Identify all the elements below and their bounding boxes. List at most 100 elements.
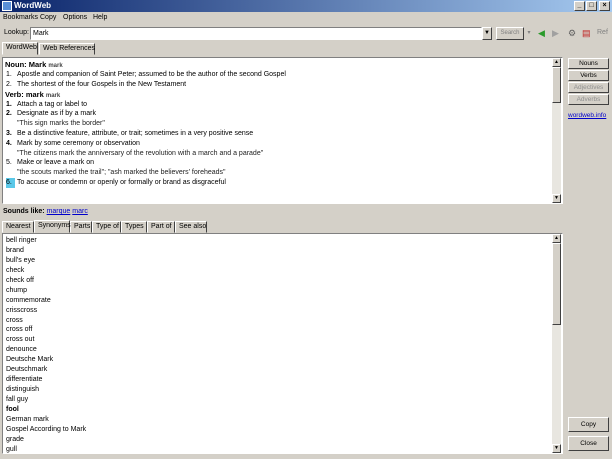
menu-options[interactable]: Options <box>63 13 87 23</box>
list-item[interactable]: chump <box>6 286 86 296</box>
menu-bookmarks[interactable]: Bookmarks <box>3 13 38 23</box>
verb-sense-3[interactable]: 3. Be a distinctive feature, attribute, o… <box>5 129 550 139</box>
sense-number: 6. <box>6 177 15 188</box>
adverbs-button[interactable]: Adverbs <box>568 94 609 105</box>
wordweb-info-link[interactable]: wordweb.info <box>568 112 606 119</box>
scroll-thumb[interactable] <box>552 67 561 103</box>
scroll-down-icon[interactable]: ▼ <box>552 194 561 203</box>
scroll-up-icon[interactable]: ▲ <box>552 234 561 243</box>
noun-sense-2[interactable]: 2. The shortest of the four Gospels in th… <box>5 80 550 90</box>
definition-panel: Noun: Mark mark 1. Apostle and companion … <box>2 57 563 204</box>
list-item[interactable]: distinguish <box>6 385 86 395</box>
list-item[interactable]: check <box>6 266 86 276</box>
back-arrow-icon[interactable]: ◀ <box>538 28 545 39</box>
nouns-button[interactable]: Nouns <box>568 58 609 69</box>
noun-sense-1[interactable]: 1. Apostle and companion of Saint Peter; … <box>5 70 550 80</box>
list-item[interactable]: Gospel According to Mark <box>6 425 86 435</box>
scroll-thumb[interactable] <box>552 243 561 325</box>
verb-sense-2[interactable]: 2. Designate as if by a mark "This sign ma… <box>5 109 550 129</box>
tab-synonyms[interactable]: Synonyms <box>34 220 71 233</box>
lookup-input[interactable]: Mark <box>30 27 482 40</box>
search-dropdown-icon[interactable]: ▾ <box>525 27 533 40</box>
list-item[interactable]: bell ringer <box>6 236 86 246</box>
list-item[interactable]: bull's eye <box>6 256 86 266</box>
verb-sense-5[interactable]: 5. Make or leave a mark on "the scouts mar… <box>5 158 550 178</box>
tab-nearest[interactable]: Nearest <box>2 221 34 233</box>
app-icon <box>2 1 12 11</box>
list-item[interactable]: differentiate <box>6 375 86 385</box>
menu-copy[interactable]: Copy <box>40 13 56 23</box>
tab-type-of[interactable]: Type of <box>92 221 121 233</box>
close-icon[interactable]: × <box>599 1 610 11</box>
menu-bar: Bookmarks Copy Options Help <box>0 12 612 24</box>
reference-button[interactable]: Ref <box>597 29 608 36</box>
list-item[interactable]: fool <box>6 405 86 415</box>
forward-arrow-icon[interactable]: ▶ <box>552 28 559 39</box>
sense-text: Make or leave a mark on <box>17 159 95 167</box>
close-button[interactable]: Close <box>568 436 609 451</box>
list-item[interactable]: gull <box>6 445 86 453</box>
list-item[interactable]: cross <box>6 316 86 326</box>
definition-scrollbar[interactable]: ▲ ▼ <box>552 58 561 203</box>
list-item[interactable]: Deutschmark <box>6 365 86 375</box>
tab-parts[interactable]: Parts <box>70 221 92 233</box>
tab-part-of[interactable]: Part of <box>147 221 175 233</box>
verbs-button[interactable]: Verbs <box>568 70 609 81</box>
minimize-icon[interactable]: _ <box>574 1 585 11</box>
lookup-dropdown-icon[interactable]: ▼ <box>482 27 492 40</box>
book-icon[interactable]: ▤ <box>582 28 591 39</box>
tab-wordweb[interactable]: WordWeb <box>2 42 38 55</box>
list-item[interactable]: Deutsche Mark <box>6 355 86 365</box>
list-item[interactable]: crisscross <box>6 306 86 316</box>
synonym-list: bell ringer brand bull's eye check check… <box>6 236 86 453</box>
list-item[interactable]: denounce <box>6 345 86 355</box>
verb-heading-small: mark <box>45 92 61 99</box>
list-item[interactable]: grade <box>6 435 86 445</box>
lookup-label: Lookup: <box>4 29 29 36</box>
tab-types[interactable]: Types <box>121 221 147 233</box>
list-item[interactable]: cross off <box>6 325 86 335</box>
scroll-down-icon[interactable]: ▼ <box>552 444 561 453</box>
sense-number: 2. <box>6 110 12 118</box>
list-item[interactable]: commemorate <box>6 296 86 306</box>
sense-text: Attach a tag or label to <box>17 100 88 108</box>
sounds-like-link-marc[interactable]: marc <box>72 208 88 215</box>
window-title: WordWeb <box>14 1 52 10</box>
sense-example: "the scouts marked the trail"; "ash mark… <box>17 169 226 177</box>
verb-sense-1[interactable]: 1. Attach a tag or label to <box>5 100 550 110</box>
sounds-like: Sounds like: marque marc <box>3 207 88 216</box>
tab-web-references[interactable]: Web References <box>39 43 95 55</box>
tab-see-also[interactable]: See also <box>175 221 207 233</box>
list-item[interactable]: cross out <box>6 335 86 345</box>
synonym-list-panel: bell ringer brand bull's eye check check… <box>2 233 563 454</box>
sense-text: To accuse or condemn or openly or formal… <box>17 178 226 186</box>
sense-text: Mark by some ceremony or observation <box>17 139 140 147</box>
settings-icon[interactable]: ⚙ <box>568 28 576 39</box>
synonym-scrollbar[interactable]: ▲ ▼ <box>552 234 561 453</box>
maximize-icon[interactable]: □ <box>586 1 597 11</box>
sense-number: 3. <box>6 129 12 137</box>
copy-button[interactable]: Copy <box>568 417 609 432</box>
sounds-like-link-marque[interactable]: marque <box>47 208 71 215</box>
sense-text: Apostle and companion of Saint Peter; as… <box>17 71 286 78</box>
sense-text: Designate as if by a mark <box>17 110 96 118</box>
menu-help[interactable]: Help <box>93 13 107 23</box>
verb-heading: Verb: mark mark <box>5 90 550 100</box>
sense-number: 1. <box>6 71 12 78</box>
search-button[interactable]: Search <box>496 27 524 40</box>
adjectives-button[interactable]: Adjectives <box>568 82 609 93</box>
list-item[interactable]: brand <box>6 246 86 256</box>
sense-example: "The citizens mark the anniversary of th… <box>17 149 264 157</box>
sense-number: 5. <box>6 159 12 167</box>
verb-sense-6[interactable]: 6. To accuse or condemn or openly or form… <box>5 177 550 188</box>
sense-text: The shortest of the four Gospels in the … <box>17 80 187 88</box>
scroll-up-icon[interactable]: ▲ <box>552 58 561 67</box>
verb-heading-text: Verb: mark <box>5 89 44 99</box>
verb-sense-4[interactable]: 4. Mark by some ceremony or observation "T… <box>5 139 550 159</box>
list-item[interactable]: German mark <box>6 415 86 425</box>
noun-heading: Noun: Mark mark <box>5 60 550 70</box>
list-item[interactable]: fall guy <box>6 395 86 405</box>
sense-text: Be a distinctive feature, attribute, or … <box>17 129 254 137</box>
noun-heading-text: Noun: Mark <box>5 60 47 69</box>
list-item[interactable]: check off <box>6 276 86 286</box>
